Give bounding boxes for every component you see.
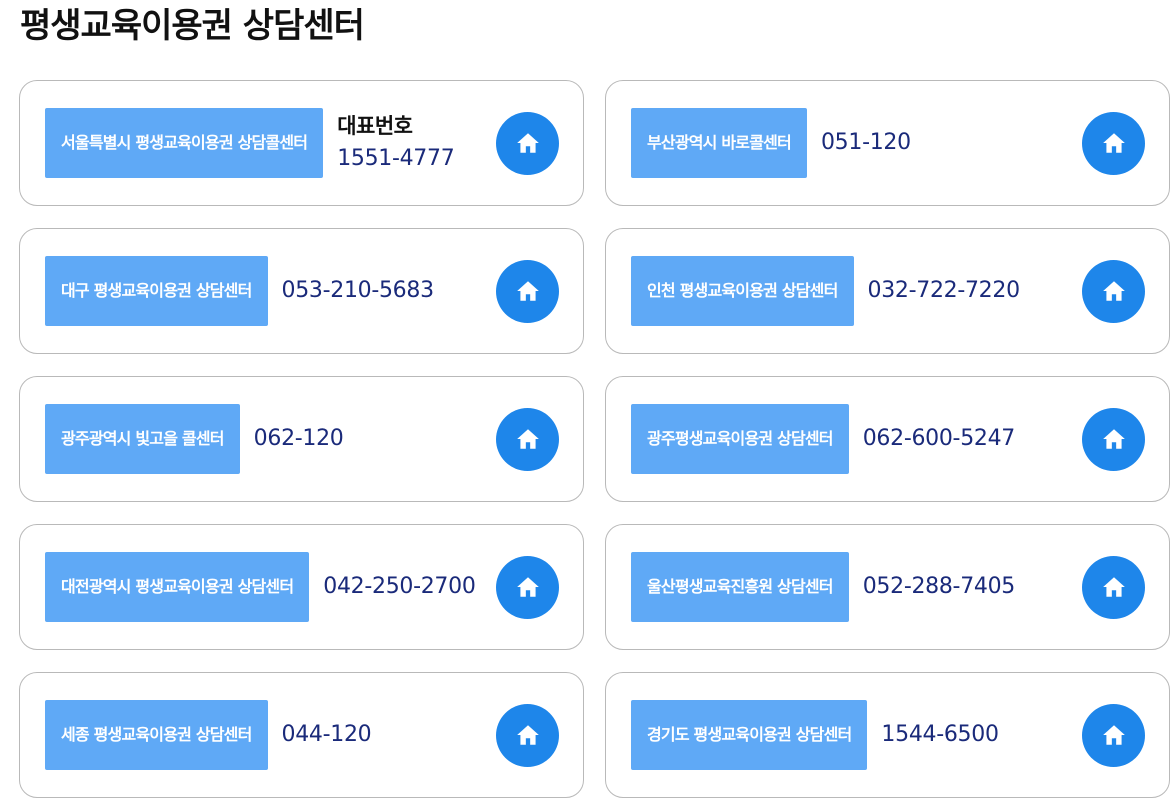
center-name: 세종 평생교육이용권 상담센터 bbox=[45, 700, 268, 770]
phone-number: 1544-6500 bbox=[881, 722, 999, 747]
phone-block: 062-120 bbox=[254, 422, 486, 456]
phone-block: 042-250-2700 bbox=[323, 570, 486, 604]
phone-number: 042-250-2700 bbox=[323, 574, 476, 599]
phone-number: 1551-4777 bbox=[337, 146, 455, 171]
home-icon bbox=[1102, 281, 1125, 301]
center-name: 서울특별시 평생교육이용권 상담콜센터 bbox=[45, 108, 324, 178]
phone-block: 052-288-7405 bbox=[863, 570, 1072, 604]
phone-block: 053-210-5683 bbox=[282, 274, 486, 308]
center-name: 광주광역시 빛고을 콜센터 bbox=[45, 404, 240, 474]
center-card-daejeon: 대전광역시 평생교육이용권 상담센터 042-250-2700 bbox=[19, 524, 584, 650]
center-card-busan: 부산광역시 바로콜센터 051-120 bbox=[605, 80, 1170, 206]
home-icon bbox=[1102, 133, 1125, 153]
home-icon bbox=[516, 281, 539, 301]
center-name: 울산평생교육진흥원 상담센터 bbox=[631, 552, 849, 622]
phone-number: 044-120 bbox=[281, 722, 372, 747]
center-name: 인천 평생교육이용권 상담센터 bbox=[631, 256, 854, 326]
phone-number: 032-722-7220 bbox=[867, 278, 1021, 303]
home-icon bbox=[516, 577, 539, 597]
center-name: 경기도 평생교육이용권 상담센터 bbox=[631, 700, 868, 770]
home-icon bbox=[1102, 429, 1125, 449]
phone-block: 032-722-7220 bbox=[868, 274, 1072, 308]
home-icon bbox=[516, 133, 539, 153]
phone-block: 대표번호 1551-4777 bbox=[337, 110, 486, 176]
phone-number: 062-600-5247 bbox=[862, 426, 1016, 451]
phone-number: 062-120 bbox=[253, 426, 344, 451]
center-card-sejong: 세종 평생교육이용권 상담센터 044-120 bbox=[19, 672, 584, 798]
homepage-button[interactable] bbox=[496, 555, 559, 619]
phone-block: 051-120 bbox=[821, 126, 1072, 160]
center-name: 광주평생교육이용권 상담센터 bbox=[631, 404, 849, 474]
home-icon bbox=[516, 725, 539, 745]
center-grid: 서울특별시 평생교육이용권 상담콜센터 대표번호 1551-4777 부산광역시… bbox=[19, 80, 1170, 798]
center-card-seoul: 서울특별시 평생교육이용권 상담콜센터 대표번호 1551-4777 bbox=[19, 80, 584, 206]
homepage-button[interactable] bbox=[496, 407, 559, 471]
center-card-gyeonggi: 경기도 평생교육이용권 상담센터 1544-6500 bbox=[605, 672, 1170, 798]
phone-block: 044-120 bbox=[282, 718, 486, 752]
phone-number: 051-120 bbox=[820, 130, 911, 155]
center-card-gwangju-lifelong: 광주평생교육이용권 상담센터 062-600-5247 bbox=[605, 376, 1170, 502]
phone-number: 052-288-7405 bbox=[862, 574, 1016, 599]
center-card-daegu: 대구 평생교육이용권 상담센터 053-210-5683 bbox=[19, 228, 584, 354]
home-icon bbox=[516, 429, 539, 449]
homepage-button[interactable] bbox=[1082, 259, 1145, 323]
homepage-button[interactable] bbox=[1082, 111, 1145, 175]
center-card-gwangju-city: 광주광역시 빛고을 콜센터 062-120 bbox=[19, 376, 584, 502]
page-title: 평생교육이용권 상담센터 bbox=[20, 6, 365, 46]
homepage-button[interactable] bbox=[1082, 703, 1145, 767]
center-name: 부산광역시 바로콜센터 bbox=[631, 108, 807, 178]
homepage-button[interactable] bbox=[1082, 555, 1145, 619]
homepage-button[interactable] bbox=[496, 703, 559, 767]
phone-number: 053-210-5683 bbox=[281, 278, 435, 303]
center-card-incheon: 인천 평생교육이용권 상담센터 032-722-7220 bbox=[605, 228, 1170, 354]
homepage-button[interactable] bbox=[1082, 407, 1145, 471]
phone-label: 대표번호 bbox=[337, 114, 413, 138]
home-icon bbox=[1102, 577, 1125, 597]
center-name: 대구 평생교육이용권 상담센터 bbox=[45, 256, 268, 326]
center-name: 대전광역시 평생교육이용권 상담센터 bbox=[45, 552, 310, 622]
phone-block: 062-600-5247 bbox=[863, 422, 1072, 456]
phone-block: 1544-6500 bbox=[881, 718, 1072, 752]
center-card-ulsan: 울산평생교육진흥원 상담센터 052-288-7405 bbox=[605, 524, 1170, 650]
homepage-button[interactable] bbox=[496, 259, 559, 323]
home-icon bbox=[1102, 725, 1125, 745]
homepage-button[interactable] bbox=[496, 111, 559, 175]
